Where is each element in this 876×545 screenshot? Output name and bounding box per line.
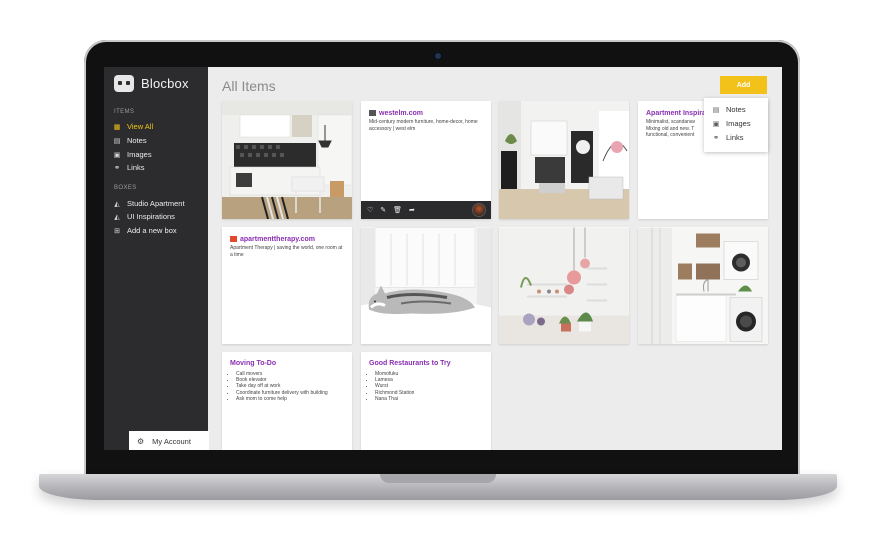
card-description: Mid-century modern furniture, home-decor… xyxy=(369,119,478,132)
card-title: Moving To-Do xyxy=(230,360,277,367)
trash-icon[interactable]: 🗑 xyxy=(393,206,402,214)
gear-icon: ⚙ xyxy=(137,436,145,446)
sidebar-item-label: Studio Apartment xyxy=(127,199,185,208)
link-card-westelm[interactable]: westelm.com Mid-century modern furniture… xyxy=(361,101,491,219)
add-button[interactable]: Add xyxy=(720,76,767,94)
card-description: Minimalist, scandanav Mixing old and new… xyxy=(646,119,696,138)
app-screen: Blocbox ITEMS ▦ View All ▤ Notes ▣ Image… xyxy=(104,67,782,450)
boxes-section-label: BOXES xyxy=(114,185,137,191)
add-menu-links[interactable]: ⚭ Links xyxy=(712,133,744,142)
menu-item-label: Notes xyxy=(726,105,746,114)
card-description: Apartment Therapy | saving the world, on… xyxy=(230,245,343,258)
apartmenttherapy-favicon-icon xyxy=(230,236,237,242)
image-card-living-room[interactable] xyxy=(499,101,629,219)
sidebar-item-label: Images xyxy=(127,150,152,159)
sidebar-item-label: UI Inspirations xyxy=(127,212,175,221)
sidebar-item-images[interactable]: ▣ Images xyxy=(113,150,152,159)
link-icon: ⚭ xyxy=(114,164,120,172)
add-menu-images[interactable]: ▣ Images xyxy=(712,119,751,128)
image-card-cat[interactable] xyxy=(361,227,491,344)
living-room-photo xyxy=(499,101,629,219)
share-icon[interactable]: ➦ xyxy=(409,206,415,214)
card-title: Apartment Inspira xyxy=(646,110,706,117)
card-title[interactable]: westelm.com xyxy=(369,110,423,117)
page-title: All Items xyxy=(222,78,276,94)
sidebar-item-view-all[interactable]: ▦ View All xyxy=(113,122,153,131)
edit-icon[interactable]: ✎ xyxy=(380,206,386,214)
laundry-photo xyxy=(638,227,768,344)
camera-icon xyxy=(434,52,442,60)
sidebar: Blocbox ITEMS ▦ View All ▤ Notes ▣ Image… xyxy=(104,67,208,450)
card-title[interactable]: apartmenttherapy.com xyxy=(230,236,315,243)
box-icon: ◭ xyxy=(114,200,120,208)
sidebar-item-label: Links xyxy=(127,163,145,172)
sidebar-item-notes[interactable]: ▤ Notes xyxy=(113,136,147,145)
kitchen-photo xyxy=(222,101,352,219)
card-title-text: apartmenttherapy.com xyxy=(240,236,315,243)
card-title: Good Restaurants to Try xyxy=(369,360,451,367)
sidebar-box-studio-apartment[interactable]: ◭ Studio Apartment xyxy=(113,199,185,208)
sidebar-box-ui-inspirations[interactable]: ◭ UI Inspirations xyxy=(113,212,175,221)
blocbox-logo-icon xyxy=(114,75,134,92)
todo-list: Call movers Book elevator Take day off a… xyxy=(228,371,346,402)
sidebar-item-links[interactable]: ⚭ Links xyxy=(113,163,145,172)
my-account-button[interactable]: ⚙ My Account xyxy=(129,431,209,450)
image-icon: ▣ xyxy=(113,151,121,159)
note-icon: ▤ xyxy=(712,106,720,114)
image-card-laundry[interactable] xyxy=(638,227,768,344)
add-dropdown-menu: ▤ Notes ▣ Images ⚭ Links xyxy=(704,98,768,152)
shelves-photo xyxy=(499,227,629,344)
sidebar-add-new-box[interactable]: ⊞ Add a new box xyxy=(113,226,177,235)
heart-icon[interactable]: ♡ xyxy=(367,206,373,214)
sidebar-item-label: Notes xyxy=(127,136,147,145)
image-card-kitchen[interactable] xyxy=(222,101,352,219)
note-card-moving-todo[interactable]: Moving To-Do Call movers Book elevator T… xyxy=(222,352,352,450)
sidebar-item-label: View All xyxy=(127,122,154,131)
my-account-label: My Account xyxy=(152,436,191,446)
note-icon: ▤ xyxy=(113,137,121,145)
restaurant-list: Momofuku Lamesa Wurst Richmond Station N… xyxy=(367,371,485,402)
items-section-label: ITEMS xyxy=(114,109,135,115)
grid-icon: ▦ xyxy=(113,123,121,131)
note-card-restaurants[interactable]: Good Restaurants to Try Momofuku Lamesa … xyxy=(361,352,491,450)
cat-photo xyxy=(361,227,491,344)
sidebar-item-label: Add a new box xyxy=(127,226,177,235)
list-item: Nana Thai xyxy=(375,396,485,402)
list-item: Ask mom to come help xyxy=(236,396,346,402)
westelm-favicon-icon xyxy=(369,110,376,116)
card-title-text: westelm.com xyxy=(379,110,423,117)
image-card-shelves[interactable] xyxy=(499,227,629,344)
link-card-apartmenttherapy[interactable]: apartmenttherapy.com Apartment Therapy |… xyxy=(222,227,352,344)
brand[interactable]: Blocbox xyxy=(114,75,189,92)
box-icon: ◭ xyxy=(114,213,120,221)
image-icon: ▣ xyxy=(712,120,720,128)
add-menu-notes[interactable]: ▤ Notes xyxy=(712,105,746,114)
menu-item-label: Links xyxy=(726,133,744,142)
avatar[interactable] xyxy=(472,203,486,217)
plus-icon: ⊞ xyxy=(114,227,120,235)
app-name: Blocbox xyxy=(141,76,189,91)
menu-item-label: Images xyxy=(726,119,751,128)
laptop-notch xyxy=(380,474,496,483)
link-icon: ⚭ xyxy=(713,134,719,142)
